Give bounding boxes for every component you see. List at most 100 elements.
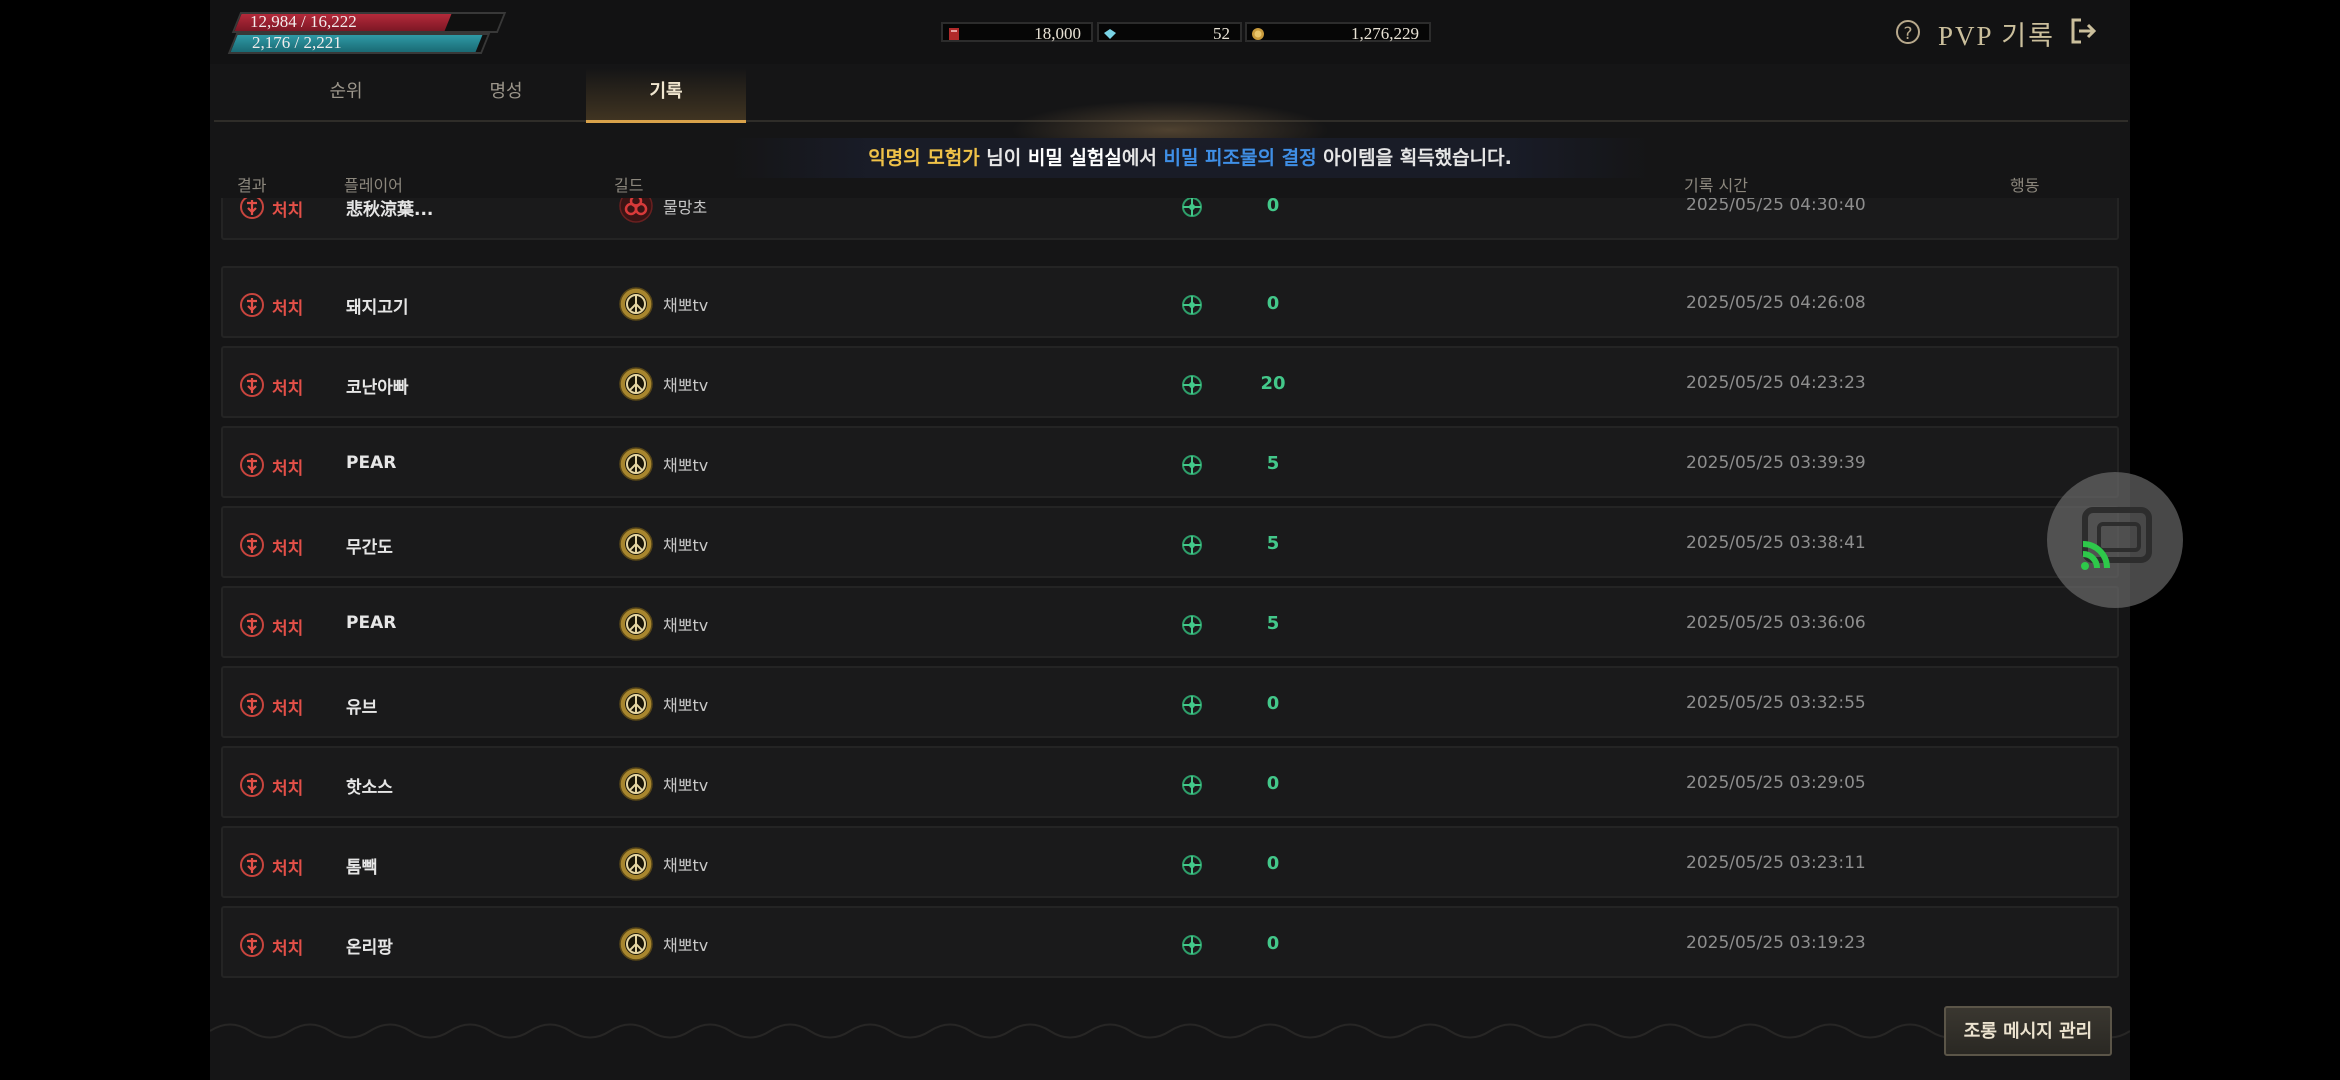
column-result: 결과: [237, 176, 267, 195]
table-row[interactable]: 처치 온리팡 채뽀tv 0 2025/05/25 03:19:23: [221, 906, 2119, 978]
kill-skull-icon: [240, 293, 264, 317]
fame-score: 20: [1260, 373, 1286, 394]
player-name[interactable]: 유브: [346, 693, 377, 718]
result-cell: 처치: [239, 532, 329, 559]
guild-name: 채뽀tv: [663, 456, 709, 475]
chain-ornament: [210, 1023, 2130, 1039]
guild-name: 물망초: [663, 198, 708, 217]
pvp-record-screen: 12,984 / 16,222 2,176 / 2,221 18,000 52 …: [210, 0, 2130, 1080]
kill-skull-icon: [240, 693, 264, 717]
record-time: 2025/05/25 04:23:23: [1686, 373, 1866, 393]
table-row[interactable]: 처치 코난아빠 채뽀tv 20 2025/05/25 04:23:23: [221, 346, 2119, 418]
kill-skull-icon: [240, 933, 264, 957]
player-name[interactable]: PEAR: [346, 453, 396, 473]
cast-icon: [2081, 507, 2152, 570]
table-row[interactable]: 처치 유브 채뽀tv 0 2025/05/25 03:32:55: [221, 666, 2119, 738]
player-name[interactable]: 무간도: [346, 533, 393, 558]
result-label: 처치: [272, 859, 304, 879]
player-name[interactable]: 돼지고기: [346, 293, 409, 318]
result-label: 처치: [272, 779, 304, 799]
tab-fame[interactable]: 명성: [426, 68, 586, 120]
notice-text-3: 아이템을 획득했습니다.: [1316, 147, 1512, 169]
peace-icon: [619, 447, 653, 481]
tab-ranking[interactable]: 순위: [266, 68, 426, 120]
result-cell: 처치: [239, 692, 329, 719]
table-row[interactable]: 처치 무간도 채뽀tv 5 2025/05/25 03:38:41: [221, 506, 2119, 578]
result-label: 처치: [272, 939, 304, 959]
currency-gold: 1,276,229: [1245, 22, 1431, 43]
column-player: 플레이어: [344, 176, 403, 195]
record-time: 2025/05/25 04:26:08: [1686, 293, 1866, 313]
result-label: 처치: [272, 699, 304, 719]
fame-score: 5: [1266, 613, 1280, 634]
player-name[interactable]: 핫소스: [346, 773, 393, 798]
player-name[interactable]: PEAR: [346, 613, 396, 633]
mp-text: 2,176 / 2,221: [252, 33, 342, 52]
fame-icon: [1182, 375, 1202, 395]
record-time: 2025/05/25 03:23:11: [1686, 853, 1866, 873]
top-bar: 12,984 / 16,222 2,176 / 2,221 18,000 52 …: [210, 0, 2130, 64]
result-cell: 처치: [239, 292, 329, 319]
fame-score: 0: [1266, 693, 1280, 714]
guild-name: 채뽀tv: [663, 296, 709, 315]
record-time: 2025/05/25 03:32:55: [1686, 693, 1866, 713]
record-list: 처치 悲秋涼葉... 물망초 0 2025/05/25 04:30:40 처치 돼지고기 채뽀…: [221, 198, 2119, 1018]
exit-icon[interactable]: [2068, 16, 2098, 46]
fame-score: 0: [1266, 933, 1280, 954]
notice-text-2: 에서: [1121, 147, 1164, 169]
record-time: 2025/05/25 03:36:06: [1686, 613, 1866, 633]
fame-score: 5: [1266, 453, 1280, 474]
guild-name: 채뽀tv: [663, 936, 709, 955]
record-time: 2025/05/25 03:19:23: [1686, 933, 1866, 953]
kill-skull-icon: [240, 613, 264, 637]
result-label: 처치: [272, 379, 304, 399]
diamond-icon: [1104, 29, 1116, 39]
peace-icon: [619, 847, 653, 881]
peace-icon: [619, 367, 653, 401]
fame-score: 0: [1266, 198, 1280, 216]
record-time: 2025/05/25 04:30:40: [1686, 198, 1866, 215]
help-icon[interactable]: ?: [1896, 20, 1920, 44]
player-name[interactable]: 톰빽: [346, 853, 377, 878]
peace-icon: [619, 527, 653, 561]
taunt-message-manage-button[interactable]: 조롱 메시지 관리: [1944, 1006, 2112, 1056]
player-name[interactable]: 코난아빠: [346, 373, 409, 398]
kill-skull-icon: [240, 453, 264, 477]
kill-skull-icon: [240, 773, 264, 797]
peace-icon: [619, 767, 653, 801]
fame-score: 0: [1266, 293, 1280, 314]
notice-text-1: 님이: [979, 147, 1028, 169]
notice-item: 비밀 피조물의 결정: [1163, 147, 1317, 169]
result-cell: 처치: [239, 612, 329, 639]
currency-diamond: 52: [1097, 22, 1242, 43]
fame-icon: [1182, 935, 1202, 955]
table-row[interactable]: 처치 PEAR 채뽀tv 5 2025/05/25 03:36:06: [221, 586, 2119, 658]
result-label: 처치: [272, 299, 304, 319]
result-cell: 처치: [239, 372, 329, 399]
page-title: PVP 기록: [1938, 21, 2055, 51]
table-row[interactable]: 처치 돼지고기 채뽀tv 0 2025/05/25 04:26:08: [221, 266, 2119, 338]
player-name[interactable]: 悲秋涼葉...: [346, 198, 433, 220]
kill-skull-icon: [240, 533, 264, 557]
fame-icon: [1182, 535, 1202, 555]
hp-text: 12,984 / 16,222: [250, 12, 357, 31]
screen-cast-button[interactable]: [2047, 472, 2183, 608]
table-row[interactable]: 처치 悲秋涼葉... 물망초 0 2025/05/25 04:30:40: [221, 198, 2119, 240]
table-row[interactable]: 처치 톰빽 채뽀tv 0 2025/05/25 03:23:11: [221, 826, 2119, 898]
peace-icon: [619, 607, 653, 641]
result-label: 처치: [272, 459, 304, 479]
player-name[interactable]: 온리팡: [346, 933, 393, 958]
result-cell: 처치: [239, 852, 329, 879]
fame-score: 5: [1266, 533, 1280, 554]
peace-icon: [619, 927, 653, 961]
table-row[interactable]: 처치 핫소스 채뽀tv 0 2025/05/25 03:29:05: [221, 746, 2119, 818]
table-row[interactable]: 처치 PEAR 채뽀tv 5 2025/05/25 03:39:39: [221, 426, 2119, 498]
kill-skull-icon: [240, 198, 264, 219]
record-time: 2025/05/25 03:38:41: [1686, 533, 1866, 553]
tab-record[interactable]: 기록: [586, 68, 746, 123]
column-action: 행동: [2010, 176, 2040, 195]
guild-name: 채뽀tv: [663, 536, 709, 555]
fame-icon: [1182, 295, 1202, 315]
peace-icon: [619, 287, 653, 321]
currency-diamond-value: 52: [1213, 24, 1230, 43]
